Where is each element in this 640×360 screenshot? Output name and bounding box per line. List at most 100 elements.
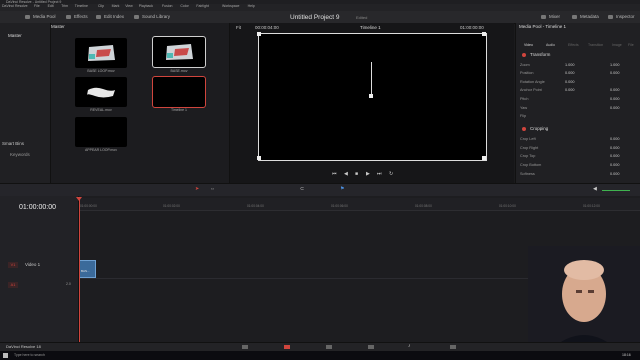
- menu-item[interactable]: DaVinci Resolve: [2, 4, 28, 9]
- windows-start-icon[interactable]: [3, 353, 8, 358]
- transform-handle[interactable]: [257, 156, 261, 160]
- menu-item[interactable]: Clip: [98, 4, 104, 9]
- play-reverse-icon[interactable]: ◀: [344, 172, 348, 177]
- position-x[interactable]: 0.000: [565, 71, 575, 75]
- yaw-value[interactable]: 0.000: [610, 106, 620, 110]
- go-to-end-icon[interactable]: ⏭: [377, 172, 382, 177]
- effects-button[interactable]: Effects: [66, 14, 88, 19]
- clip-preview: [87, 87, 115, 98]
- menu-item[interactable]: Color: [180, 4, 188, 9]
- metadata-button[interactable]: Metadata: [572, 14, 599, 19]
- clip-thumbnail[interactable]: [75, 117, 127, 147]
- keywords-bin[interactable]: Keywords: [10, 152, 30, 158]
- media-pool-label: Media Pool: [33, 14, 56, 19]
- color-page-icon[interactable]: [368, 345, 374, 349]
- crop-top-value[interactable]: 0.000: [610, 154, 620, 158]
- ruler-tick-label: 01:00:12:00: [583, 204, 600, 208]
- crop-left-label: Crop Left: [520, 137, 536, 141]
- timeline-timecode: 01:00:00:00: [19, 204, 56, 211]
- clip-thumbnail[interactable]: [75, 77, 127, 107]
- tab-file[interactable]: File: [628, 43, 634, 48]
- cut-page-icon[interactable]: [242, 345, 248, 349]
- volume-slider[interactable]: [602, 190, 630, 191]
- crop-right-value[interactable]: 0.000: [610, 146, 620, 150]
- media-pool-button[interactable]: Media Pool: [25, 14, 56, 19]
- edit-page-icon[interactable]: [284, 345, 290, 349]
- stop-icon[interactable]: ■: [355, 172, 358, 177]
- edit-index-icon: [96, 14, 101, 19]
- audio-track-id[interactable]: A1: [8, 282, 18, 288]
- transform-handle[interactable]: [257, 32, 261, 36]
- zoom-select[interactable]: Fit: [236, 25, 241, 31]
- playhead-handle[interactable]: [76, 197, 82, 201]
- pitch-value[interactable]: 0.000: [610, 97, 620, 101]
- menu-item[interactable]: Edit: [48, 4, 54, 9]
- softness-value[interactable]: 0.000: [610, 172, 620, 176]
- snapping-icon[interactable]: ⊂: [300, 187, 304, 192]
- tab-audio[interactable]: Audio: [546, 43, 555, 48]
- viewer-timecode-left: 00:00:04:00: [255, 25, 279, 30]
- master-bin[interactable]: Master: [8, 33, 22, 39]
- transform-enable-icon[interactable]: [522, 53, 526, 57]
- fusion-page-icon[interactable]: [326, 345, 332, 349]
- transform-section[interactable]: Transform: [530, 52, 550, 58]
- clip-thumbnail[interactable]: [75, 38, 127, 68]
- play-icon[interactable]: ▶: [366, 172, 370, 177]
- position-y[interactable]: 0.000: [610, 71, 620, 75]
- crop-bottom-value[interactable]: 0.000: [610, 163, 620, 167]
- deliver-page-icon[interactable]: [450, 345, 456, 349]
- effects-icon: [66, 14, 71, 19]
- taskbar-search[interactable]: Type here to search: [14, 353, 45, 358]
- trim-tool-icon[interactable]: ⇔: [210, 187, 215, 192]
- anchor-y[interactable]: 0.000: [610, 88, 620, 92]
- menu-item[interactable]: Playback: [139, 4, 153, 9]
- cropping-section[interactable]: Cropping: [530, 126, 548, 132]
- video-track-id[interactable]: V1: [8, 262, 18, 268]
- menu-item[interactable]: Mark: [112, 4, 120, 9]
- inspector-button[interactable]: Inspector: [608, 14, 635, 19]
- tab-effects[interactable]: Effects: [568, 43, 579, 48]
- playhead[interactable]: [79, 198, 80, 342]
- viewer-timeline-name[interactable]: Timeline 1: [360, 25, 381, 31]
- ruler-tick-label: 01:00:00:00: [80, 204, 97, 208]
- menu-item[interactable]: File: [34, 4, 40, 9]
- menu-item[interactable]: View: [125, 4, 133, 9]
- cropping-enable-icon[interactable]: [522, 127, 526, 131]
- edited-status: Edited: [356, 15, 368, 20]
- zoom-x[interactable]: 1.000: [565, 63, 575, 67]
- menu-item[interactable]: Workspace: [222, 4, 239, 9]
- timeline-thumbnail[interactable]: [152, 76, 206, 108]
- viewer-canvas[interactable]: [257, 32, 487, 161]
- transform-handle[interactable]: [482, 32, 486, 36]
- menu-item[interactable]: Timeline: [75, 4, 88, 9]
- crop-top-label: Crop Top: [520, 154, 536, 158]
- zoom-y[interactable]: 1.000: [610, 63, 620, 67]
- clip-preview: [166, 44, 193, 60]
- crop-bottom-label: Crop Bottom: [520, 163, 542, 167]
- menu-item[interactable]: Help: [248, 4, 255, 9]
- tab-video[interactable]: Video: [524, 43, 533, 48]
- yaw-label: Yaw: [520, 106, 528, 110]
- menu-item[interactable]: Fairlight: [196, 4, 208, 9]
- crop-left-value[interactable]: 0.000: [610, 137, 620, 141]
- flag-icon[interactable]: ⚑: [340, 187, 344, 192]
- edit-index-button[interactable]: Edit Index: [96, 14, 124, 19]
- volume-icon[interactable]: ◀: [593, 187, 597, 192]
- clip-thumbnail-selected[interactable]: [152, 36, 206, 68]
- loop-icon[interactable]: ↻: [389, 172, 393, 177]
- menu-item[interactable]: Fusion: [162, 4, 173, 9]
- tab-transition[interactable]: Transition: [588, 43, 603, 48]
- sound-library-button[interactable]: Sound Library: [134, 14, 170, 19]
- mixer-button[interactable]: Mixer: [541, 14, 560, 19]
- menu-item[interactable]: Trim: [61, 4, 68, 9]
- rotation-value[interactable]: 0.000: [565, 80, 575, 84]
- transform-handle[interactable]: [482, 156, 486, 160]
- anchor-x[interactable]: 0.000: [565, 88, 575, 92]
- selection-tool-icon[interactable]: ➤: [195, 187, 199, 192]
- go-to-start-icon[interactable]: ⏮: [332, 172, 337, 177]
- fairlight-page-icon[interactable]: ♪: [408, 344, 411, 349]
- tab-image[interactable]: Image: [612, 43, 622, 48]
- timeline-clip[interactable]: BAS...: [79, 260, 96, 278]
- flip-label: Flip: [520, 114, 527, 118]
- anchor-handle[interactable]: [369, 94, 373, 98]
